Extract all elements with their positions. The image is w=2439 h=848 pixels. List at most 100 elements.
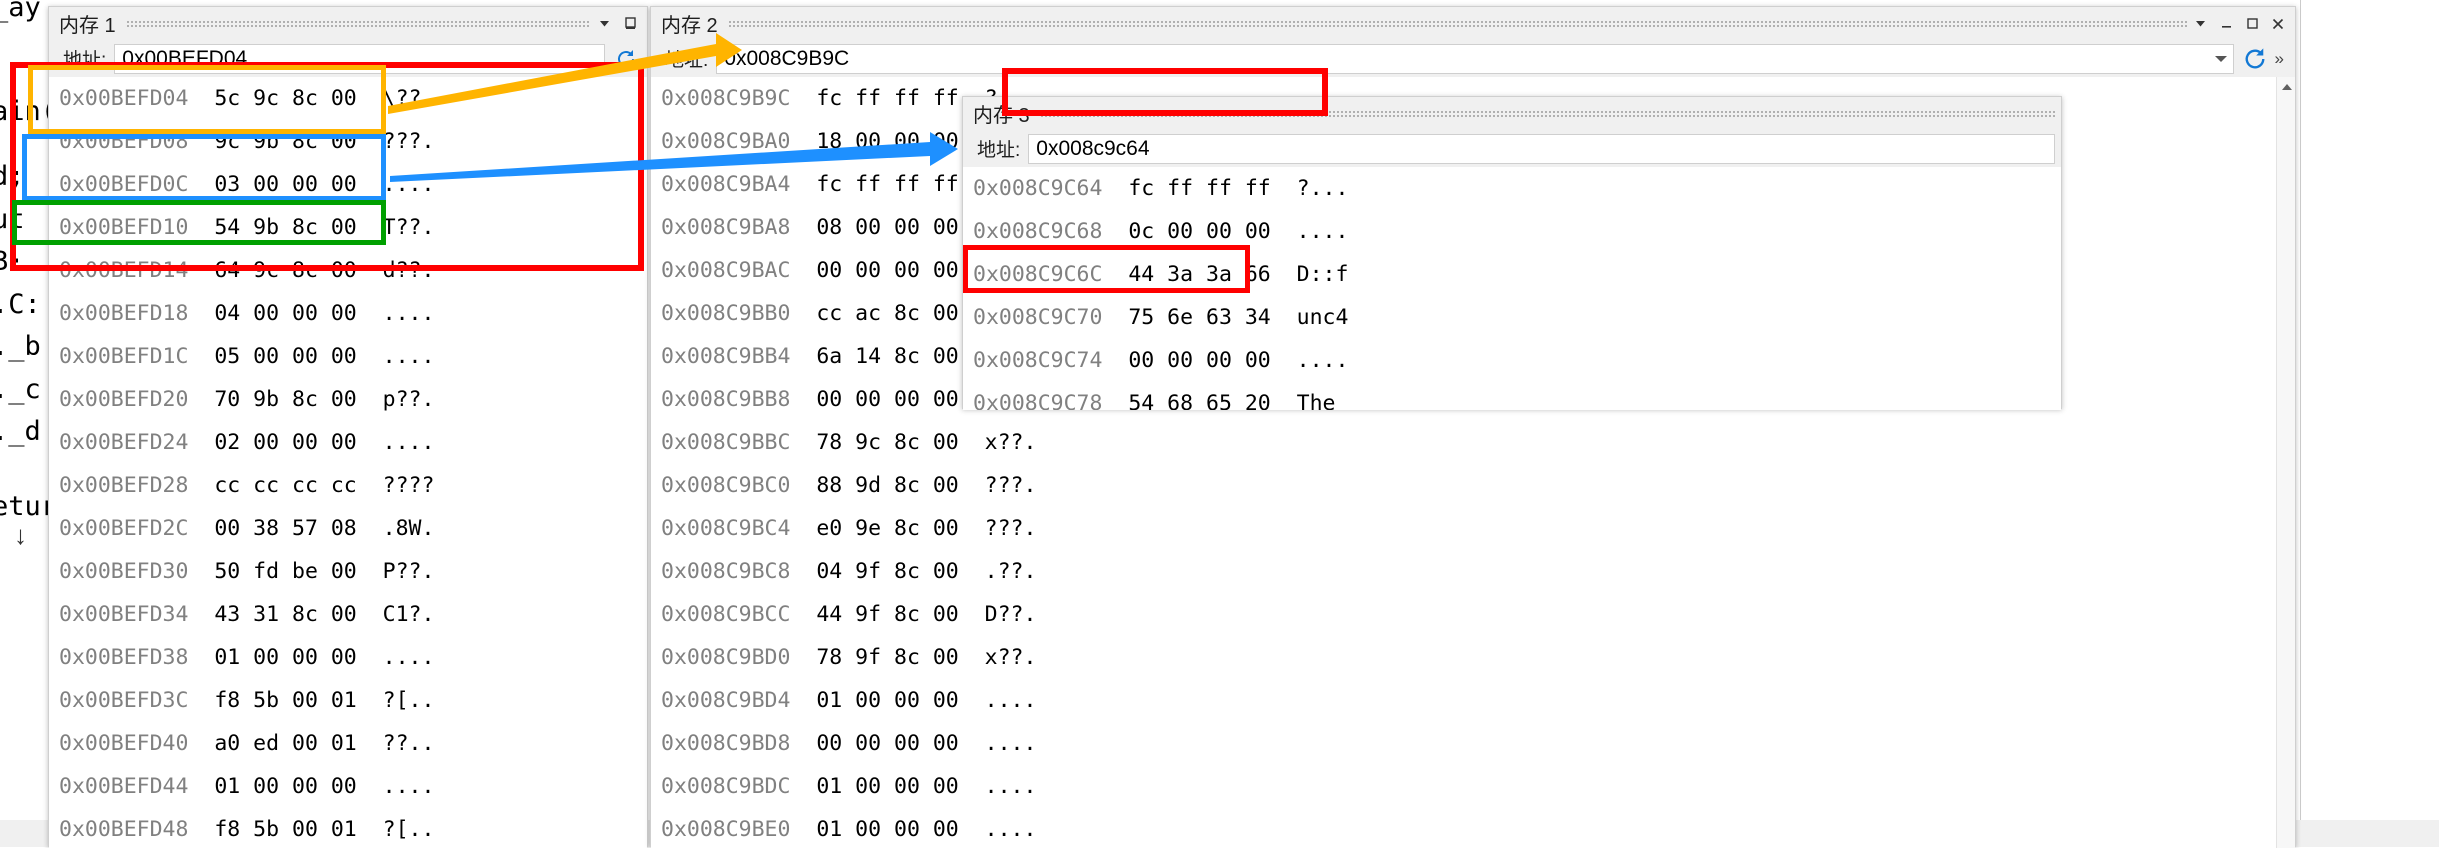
memory-row-hex: 78 9f 8c 00 [816, 645, 985, 670]
memory-row[interactable]: 0x008C9C70 75 6e 63 34 unc4 [963, 296, 2061, 339]
memory-window-3[interactable]: 内存 3 地址: 0x008c9c64 0x008C9C64 fc ff ff … [962, 96, 2062, 410]
memory-row[interactable]: 0x00BEFD20 70 9b 8c 00 p??. [49, 378, 647, 421]
memory1-titlebar[interactable]: 内存 1 [49, 7, 647, 40]
memory-row-hex: 01 00 00 00 [214, 774, 383, 799]
memory-row[interactable]: 0x00BEFD18 04 00 00 00 .... [49, 292, 647, 335]
memory2-titlebar[interactable]: 内存 2 [651, 7, 2295, 40]
memory3-address-input[interactable]: 0x008c9c64 [1028, 133, 2055, 164]
memory-row[interactable]: 0x008C9BDC 01 00 00 00 .... [651, 765, 2295, 808]
memory-row-address: 0x008C9BC8 [661, 559, 817, 584]
memory-row[interactable]: 0x00BEFD34 43 31 8c 00 C1?. [49, 593, 647, 636]
memory-row[interactable]: 0x008C9C78 54 68 65 20 The [963, 382, 2061, 410]
memory-row-hex: cc ac 8c 00 [816, 301, 985, 326]
memory2-vertical-scrollbar[interactable] [2276, 77, 2295, 848]
memory-row-ascii: x??. [984, 645, 1037, 670]
memory-row[interactable]: 0x008C9BC4 e0 9e 8c 00 ???. [651, 507, 2295, 550]
memory-row-hex: 18 00 00 00 [816, 129, 985, 154]
maximize-icon[interactable] [2239, 11, 2265, 37]
chevron-down-icon[interactable] [2214, 55, 2227, 62]
memory-row-hex: 54 68 65 20 [1128, 391, 1297, 410]
memory-row[interactable]: 0x008C9BD4 01 00 00 00 .... [651, 679, 2295, 722]
memory-row[interactable]: 0x00BEFD2C 00 38 57 08 .8W. [49, 507, 647, 550]
memory-row[interactable]: 0x008C9BD8 00 00 00 00 .... [651, 722, 2295, 765]
memory-row-ascii: .... [382, 344, 435, 369]
memory1-address-bar[interactable]: 地址: 0x00BEFD04 [49, 40, 647, 77]
memory3-titlebar[interactable]: 内存 3 [963, 97, 2061, 130]
memory-row-ascii: C1?. [382, 602, 435, 627]
memory-row[interactable]: 0x008C9BE0 01 00 00 00 .... [651, 808, 2295, 848]
memory-row-ascii: .8W. [382, 516, 435, 541]
memory-row-hex: f8 5b 00 01 [214, 817, 383, 842]
memory-row-hex: 64 9c 8c 00 [214, 258, 383, 283]
memory1-drag-grip[interactable] [125, 20, 591, 29]
memory-row[interactable]: 0x00BEFD38 01 00 00 00 .... [49, 636, 647, 679]
memory-window-1[interactable]: 内存 1 地址: 0x00BEFD04 0x00BEFD04 5c 9c 8c … [48, 6, 648, 848]
memory-row[interactable]: 0x008C9BCC 44 9f 8c 00 D??. [651, 593, 2295, 636]
close-icon[interactable] [2265, 11, 2291, 37]
memory-row-hex: fc ff ff ff [1128, 176, 1297, 201]
memory-row[interactable]: 0x00BEFD08 9c 9b 8c 00 ???. [49, 120, 647, 163]
memory-row-ascii: ??.. [382, 731, 435, 756]
scroll-down-arrow-icon: ↓ [14, 520, 27, 550]
memory-row-ascii: unc4 [1296, 305, 1349, 330]
memory-row-ascii: .??. [984, 559, 1037, 584]
memory1-title: 内存 1 [59, 15, 116, 37]
memory1-address-input[interactable]: 0x00BEFD04 [114, 43, 605, 74]
memory-row[interactable]: 0x00BEFD3C f8 5b 00 01 ?[.. [49, 679, 647, 722]
memory-row-address: 0x008C9BD8 [661, 731, 817, 756]
memory-row-hex: 08 00 00 00 [816, 215, 985, 240]
memory-row[interactable]: 0x00BEFD28 cc cc cc cc ???? [49, 464, 647, 507]
memory-row[interactable]: 0x008C9C68 0c 00 00 00 .... [963, 210, 2061, 253]
memory-row-hex: 78 9c 8c 00 [816, 430, 985, 455]
memory-row[interactable]: 0x00BEFD04 5c 9c 8c 00 \??. [49, 77, 647, 120]
memory2-title: 内存 2 [661, 15, 718, 37]
memory-row[interactable]: 0x008C9C74 00 00 00 00 .... [963, 339, 2061, 382]
memory-row[interactable]: 0x008C9BC0 88 9d 8c 00 ???. [651, 464, 2295, 507]
memory-row-address: 0x00BEFD24 [59, 430, 215, 455]
chevron-down-icon[interactable] [2187, 11, 2213, 37]
memory-row[interactable]: 0x00BEFD24 02 00 00 00 .... [49, 421, 647, 464]
memory-row-ascii: ???. [984, 473, 1037, 498]
memory-row[interactable]: 0x00BEFD48 f8 5b 00 01 ?[.. [49, 808, 647, 848]
memory-row-ascii: .... [1296, 348, 1349, 373]
chevron-down-icon[interactable] [591, 11, 617, 37]
memory-row[interactable]: 0x00BEFD44 01 00 00 00 .... [49, 765, 647, 808]
memory-row[interactable]: 0x008C9C64 fc ff ff ff ?... [963, 167, 2061, 210]
memory-row-hex: 70 9b 8c 00 [214, 387, 383, 412]
memory-row-ascii: d??. [382, 258, 435, 283]
memory3-address-bar[interactable]: 地址: 0x008c9c64 [963, 130, 2061, 167]
memory-row-address: 0x008C9BB4 [661, 344, 817, 369]
memory3-address-label: 地址: [977, 140, 1021, 161]
memory-row-hex: f8 5b 00 01 [214, 688, 383, 713]
memory2-drag-grip[interactable] [727, 20, 2187, 29]
memory-row[interactable]: 0x00BEFD30 50 fd be 00 P??. [49, 550, 647, 593]
memory-row-ascii: ???. [382, 129, 435, 154]
memory-row-ascii: \??. [382, 86, 435, 111]
memory1-hexdump[interactable]: 0x00BEFD04 5c 9c 8c 00 \??. 0x00BEFD08 9c… [49, 77, 647, 848]
memory1-refresh-icon[interactable] [611, 44, 641, 74]
memory3-drag-grip[interactable] [1039, 110, 2057, 119]
memory1-address-value: 0x00BEFD04 [122, 46, 248, 70]
double-chevron-icon[interactable]: » [2270, 50, 2289, 67]
memory-row-address: 0x00BEFD30 [59, 559, 215, 584]
memory-row[interactable]: 0x00BEFD40 a0 ed 00 01 ??.. [49, 722, 647, 765]
memory-row-address: 0x00BEFD20 [59, 387, 215, 412]
memory-row-hex: 04 9f 8c 00 [816, 559, 985, 584]
memory2-address-input[interactable]: 0x008C9B9C [716, 43, 2234, 74]
memory3-hexdump[interactable]: 0x008C9C64 fc ff ff ff ?... 0x008C9C68 0c… [963, 167, 2061, 410]
memory-row[interactable]: 0x00BEFD1C 05 00 00 00 .... [49, 335, 647, 378]
memory-row[interactable]: 0x00BEFD10 54 9b 8c 00 T??. [49, 206, 647, 249]
memory-row[interactable]: 0x008C9BD0 78 9f 8c 00 x??. [651, 636, 2295, 679]
scroll-up-arrow-icon[interactable] [2277, 77, 2295, 96]
memory-row-address: 0x008C9C68 [973, 219, 1129, 244]
pin-icon[interactable] [617, 11, 643, 37]
memory-row[interactable]: 0x00BEFD0C 03 00 00 00 .... [49, 163, 647, 206]
memory-row[interactable]: 0x008C9BBC 78 9c 8c 00 x??. [651, 421, 2295, 464]
memory2-refresh-icon[interactable] [2240, 44, 2270, 74]
memory-row[interactable]: 0x00BEFD14 64 9c 8c 00 d??. [49, 249, 647, 292]
memory-row-hex: 03 00 00 00 [214, 172, 383, 197]
minimize-icon[interactable] [2213, 11, 2239, 37]
memory-row[interactable]: 0x008C9C6C 44 3a 3a 66 D::f [963, 253, 2061, 296]
memory2-address-bar[interactable]: 地址: 0x008C9B9C » [651, 40, 2295, 77]
memory-row[interactable]: 0x008C9BC8 04 9f 8c 00 .??. [651, 550, 2295, 593]
